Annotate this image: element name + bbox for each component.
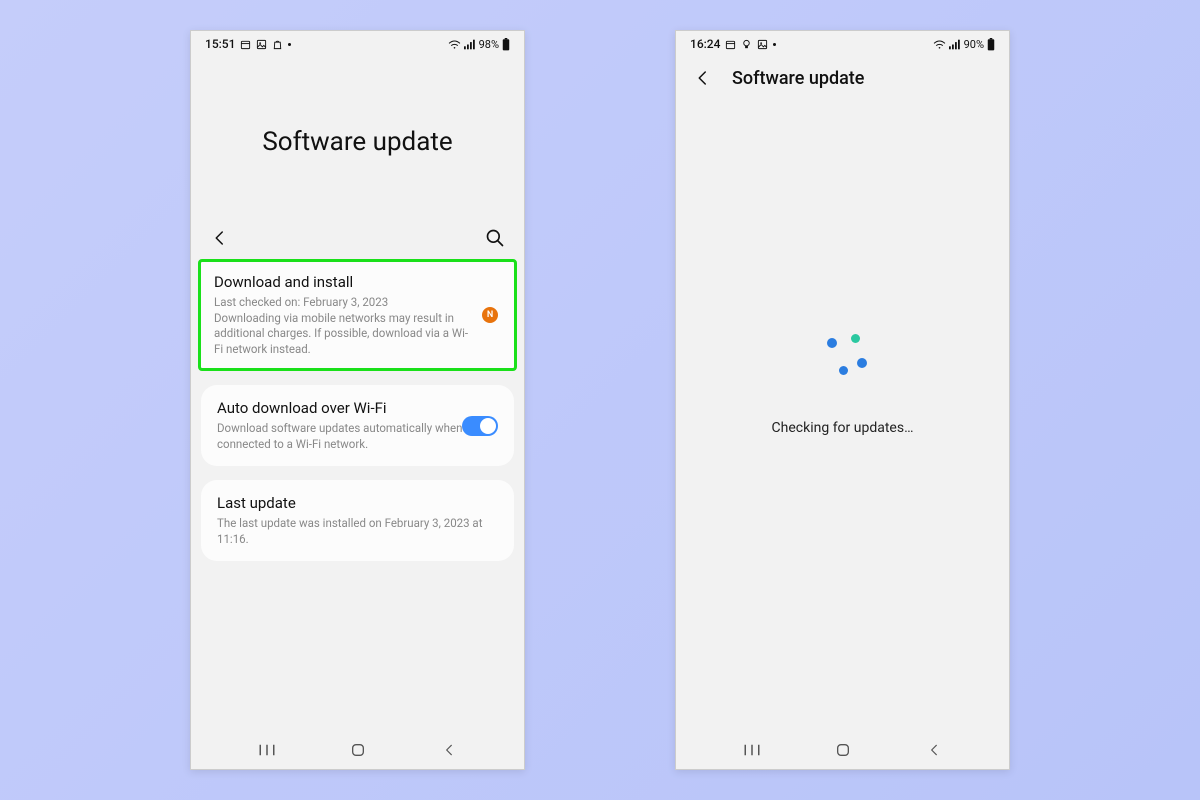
- calendar-icon: [725, 39, 736, 50]
- checking-text: Checking for updates…: [772, 420, 914, 436]
- spinner-dot: [851, 334, 860, 343]
- download-install-item[interactable]: Download and install Last checked on: Fe…: [198, 259, 517, 371]
- phone-right: 16:24 90% Software update Checking for u…: [675, 30, 1010, 770]
- dot-icon: [288, 43, 291, 46]
- spinner-dot: [857, 358, 867, 368]
- toolbar: [191, 227, 524, 259]
- content-area: Download and install Last checked on: Fe…: [191, 259, 524, 731]
- back-button[interactable]: [209, 227, 231, 249]
- status-time: 16:24: [690, 37, 720, 51]
- last-update-title: Last update: [217, 494, 498, 512]
- auto-download-item[interactable]: Auto download over Wi-Fi Download softwa…: [201, 385, 514, 466]
- status-right: 98%: [448, 38, 510, 51]
- download-install-line2: Downloading via mobile networks may resu…: [214, 311, 471, 358]
- nav-recents[interactable]: [255, 738, 279, 762]
- dot-icon: [773, 43, 776, 46]
- wifi-icon: [933, 39, 946, 50]
- bag-icon: [272, 39, 283, 50]
- auto-download-toggle[interactable]: [462, 416, 498, 436]
- page-title: Software update: [191, 57, 524, 227]
- last-update-sub: The last update was installed on Februar…: [217, 516, 498, 547]
- auto-download-title: Auto download over Wi-Fi: [217, 399, 468, 417]
- status-left: 16:24: [690, 37, 776, 51]
- status-time: 15:51: [205, 37, 235, 51]
- nav-back[interactable]: [922, 738, 946, 762]
- phone-left: 15:51 98% Software update Download and i…: [190, 30, 525, 770]
- image-icon: [757, 39, 768, 50]
- battery-icon: [502, 38, 510, 51]
- nav-bar: [191, 731, 524, 769]
- bulb-icon: [741, 39, 752, 50]
- image-icon: [256, 39, 267, 50]
- status-left: 15:51: [205, 37, 291, 51]
- status-battery: 90%: [964, 38, 984, 51]
- signal-icon: [464, 39, 476, 50]
- nav-back[interactable]: [437, 738, 461, 762]
- status-battery: 98%: [479, 38, 499, 51]
- spinner-dot: [839, 366, 848, 375]
- wifi-icon: [448, 39, 461, 50]
- nav-bar: [676, 731, 1009, 769]
- auto-download-sub: Download software updates automatically …: [217, 421, 468, 452]
- last-update-item[interactable]: Last update The last update was installe…: [201, 480, 514, 561]
- signal-icon: [949, 39, 961, 50]
- calendar-icon: [240, 39, 251, 50]
- spinner-dot: [827, 338, 837, 348]
- status-bar: 15:51 98%: [191, 31, 524, 57]
- status-right: 90%: [933, 38, 995, 51]
- new-badge: N: [482, 307, 498, 323]
- nav-home[interactable]: [346, 738, 370, 762]
- download-install-title: Download and install: [214, 273, 471, 291]
- nav-home[interactable]: [831, 738, 855, 762]
- loading-spinner: [813, 332, 873, 392]
- search-button[interactable]: [484, 227, 506, 249]
- checking-area: Checking for updates…: [676, 67, 1009, 701]
- nav-recents[interactable]: [740, 738, 764, 762]
- battery-icon: [987, 38, 995, 51]
- status-bar: 16:24 90%: [676, 31, 1009, 57]
- download-install-line1: Last checked on: February 3, 2023: [214, 295, 471, 311]
